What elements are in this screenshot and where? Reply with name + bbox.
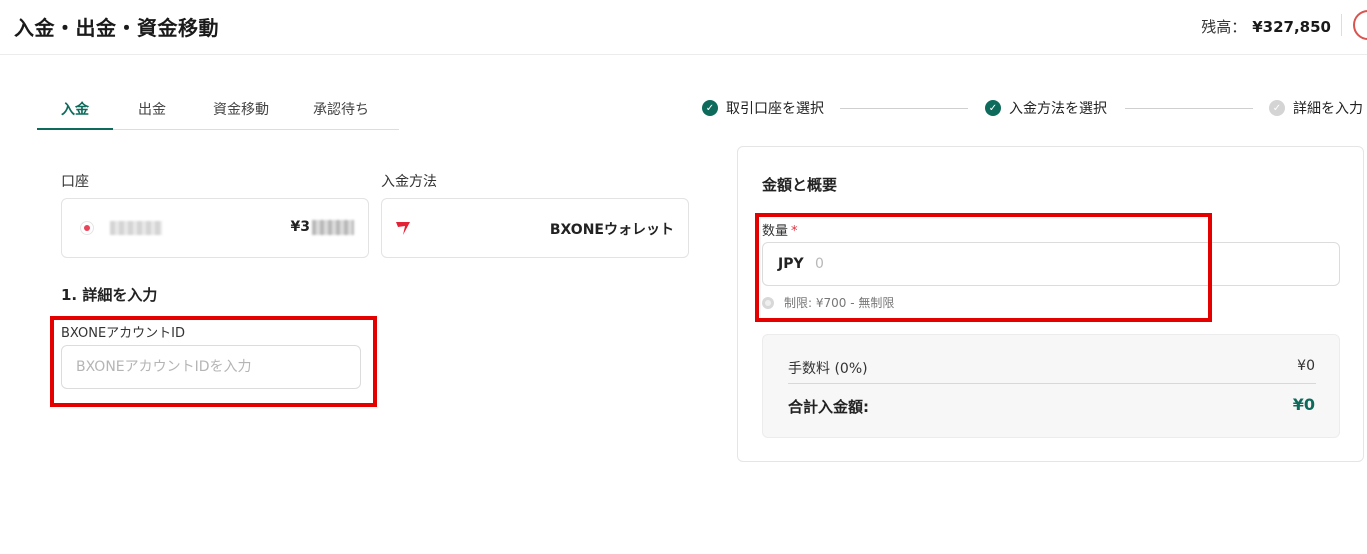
details-section-title: 1. 詳細を入力 bbox=[61, 286, 158, 304]
funding-tabs: 入金 出金 資金移動 承認待ち bbox=[37, 88, 399, 130]
tab-pending[interactable]: 承認待ち bbox=[291, 88, 391, 130]
top-bar: 入金・出金・資金移動 残高： ¥327,850 bbox=[0, 0, 1367, 55]
tab-deposit[interactable]: 入金 bbox=[37, 88, 113, 130]
quantity-label: 数量 * bbox=[762, 220, 798, 239]
fee-label: 手数料 (0%) bbox=[788, 361, 868, 377]
amount-summary-panel: 金額と概要 数量* JPY 制限: ¥700 - 無制限 手数料 (0%) ¥0… bbox=[737, 146, 1364, 462]
quantity-label-text: 数量 bbox=[762, 224, 789, 239]
step-label: 入金方法を選択 bbox=[1009, 101, 1107, 117]
method-name: BXONEウォレット bbox=[549, 222, 674, 238]
fee-value: ¥0 bbox=[1297, 358, 1315, 374]
info-dot-icon bbox=[762, 296, 774, 309]
step-label: 詳細を入力 bbox=[1293, 101, 1363, 117]
account-amount-redacted bbox=[312, 220, 354, 235]
quantity-input[interactable] bbox=[815, 251, 1315, 277]
page-title: 入金・出金・資金移動 bbox=[14, 16, 219, 40]
total-value: ¥0 bbox=[1292, 395, 1315, 414]
balance-display: 残高： ¥327,850 bbox=[1201, 16, 1331, 37]
tab-withdraw[interactable]: 出金 bbox=[113, 88, 191, 130]
fee-summary-box: 手数料 (0%) ¥0 合計入金額: ¥0 bbox=[762, 334, 1340, 438]
bxone-logo-icon bbox=[396, 222, 410, 235]
panel-title: 金額と概要 bbox=[762, 176, 838, 194]
step-label: 取引口座を選択 bbox=[726, 101, 824, 117]
required-mark: * bbox=[791, 224, 798, 239]
quantity-field[interactable]: JPY bbox=[762, 242, 1340, 286]
limit-info: 制限: ¥700 - 無制限 bbox=[762, 294, 894, 311]
check-circle-icon: ✓ bbox=[702, 100, 718, 116]
method-label: 入金方法 bbox=[381, 174, 437, 190]
account-status-icon bbox=[80, 221, 94, 235]
header-divider bbox=[1341, 14, 1342, 36]
step-connector bbox=[1125, 108, 1253, 109]
user-icon[interactable] bbox=[1353, 10, 1367, 40]
step-select-method: ✓ 入金方法を選択 bbox=[985, 98, 1107, 118]
check-circle-icon: ✓ bbox=[1269, 100, 1285, 116]
bxone-id-input[interactable] bbox=[61, 345, 361, 389]
balance-value: ¥327,850 bbox=[1252, 17, 1331, 36]
step-enter-details: ✓ 詳細を入力 bbox=[1269, 98, 1363, 118]
balance-label: 残高： bbox=[1201, 18, 1247, 36]
progress-stepper: ✓ 取引口座を選択 ✓ 入金方法を選択 ✓ 詳細を入力 bbox=[700, 98, 1367, 120]
total-label: 合計入金額: bbox=[788, 398, 869, 416]
step-select-account: ✓ 取引口座を選択 bbox=[702, 98, 824, 118]
account-name-redacted bbox=[110, 221, 162, 235]
bxone-id-label: BXONEアカウントID bbox=[61, 326, 186, 341]
check-circle-icon: ✓ bbox=[985, 100, 1001, 116]
limit-text: 制限: ¥700 - 無制限 bbox=[784, 296, 895, 310]
step-connector bbox=[840, 108, 968, 109]
account-label: 口座 bbox=[61, 174, 89, 190]
method-card[interactable]: BXONEウォレット bbox=[381, 198, 689, 258]
summary-divider bbox=[788, 383, 1316, 384]
account-card[interactable]: ¥3 bbox=[61, 198, 369, 258]
currency-code: JPY bbox=[778, 256, 804, 272]
tab-transfer[interactable]: 資金移動 bbox=[191, 88, 291, 130]
account-amount: ¥3 bbox=[290, 219, 310, 235]
